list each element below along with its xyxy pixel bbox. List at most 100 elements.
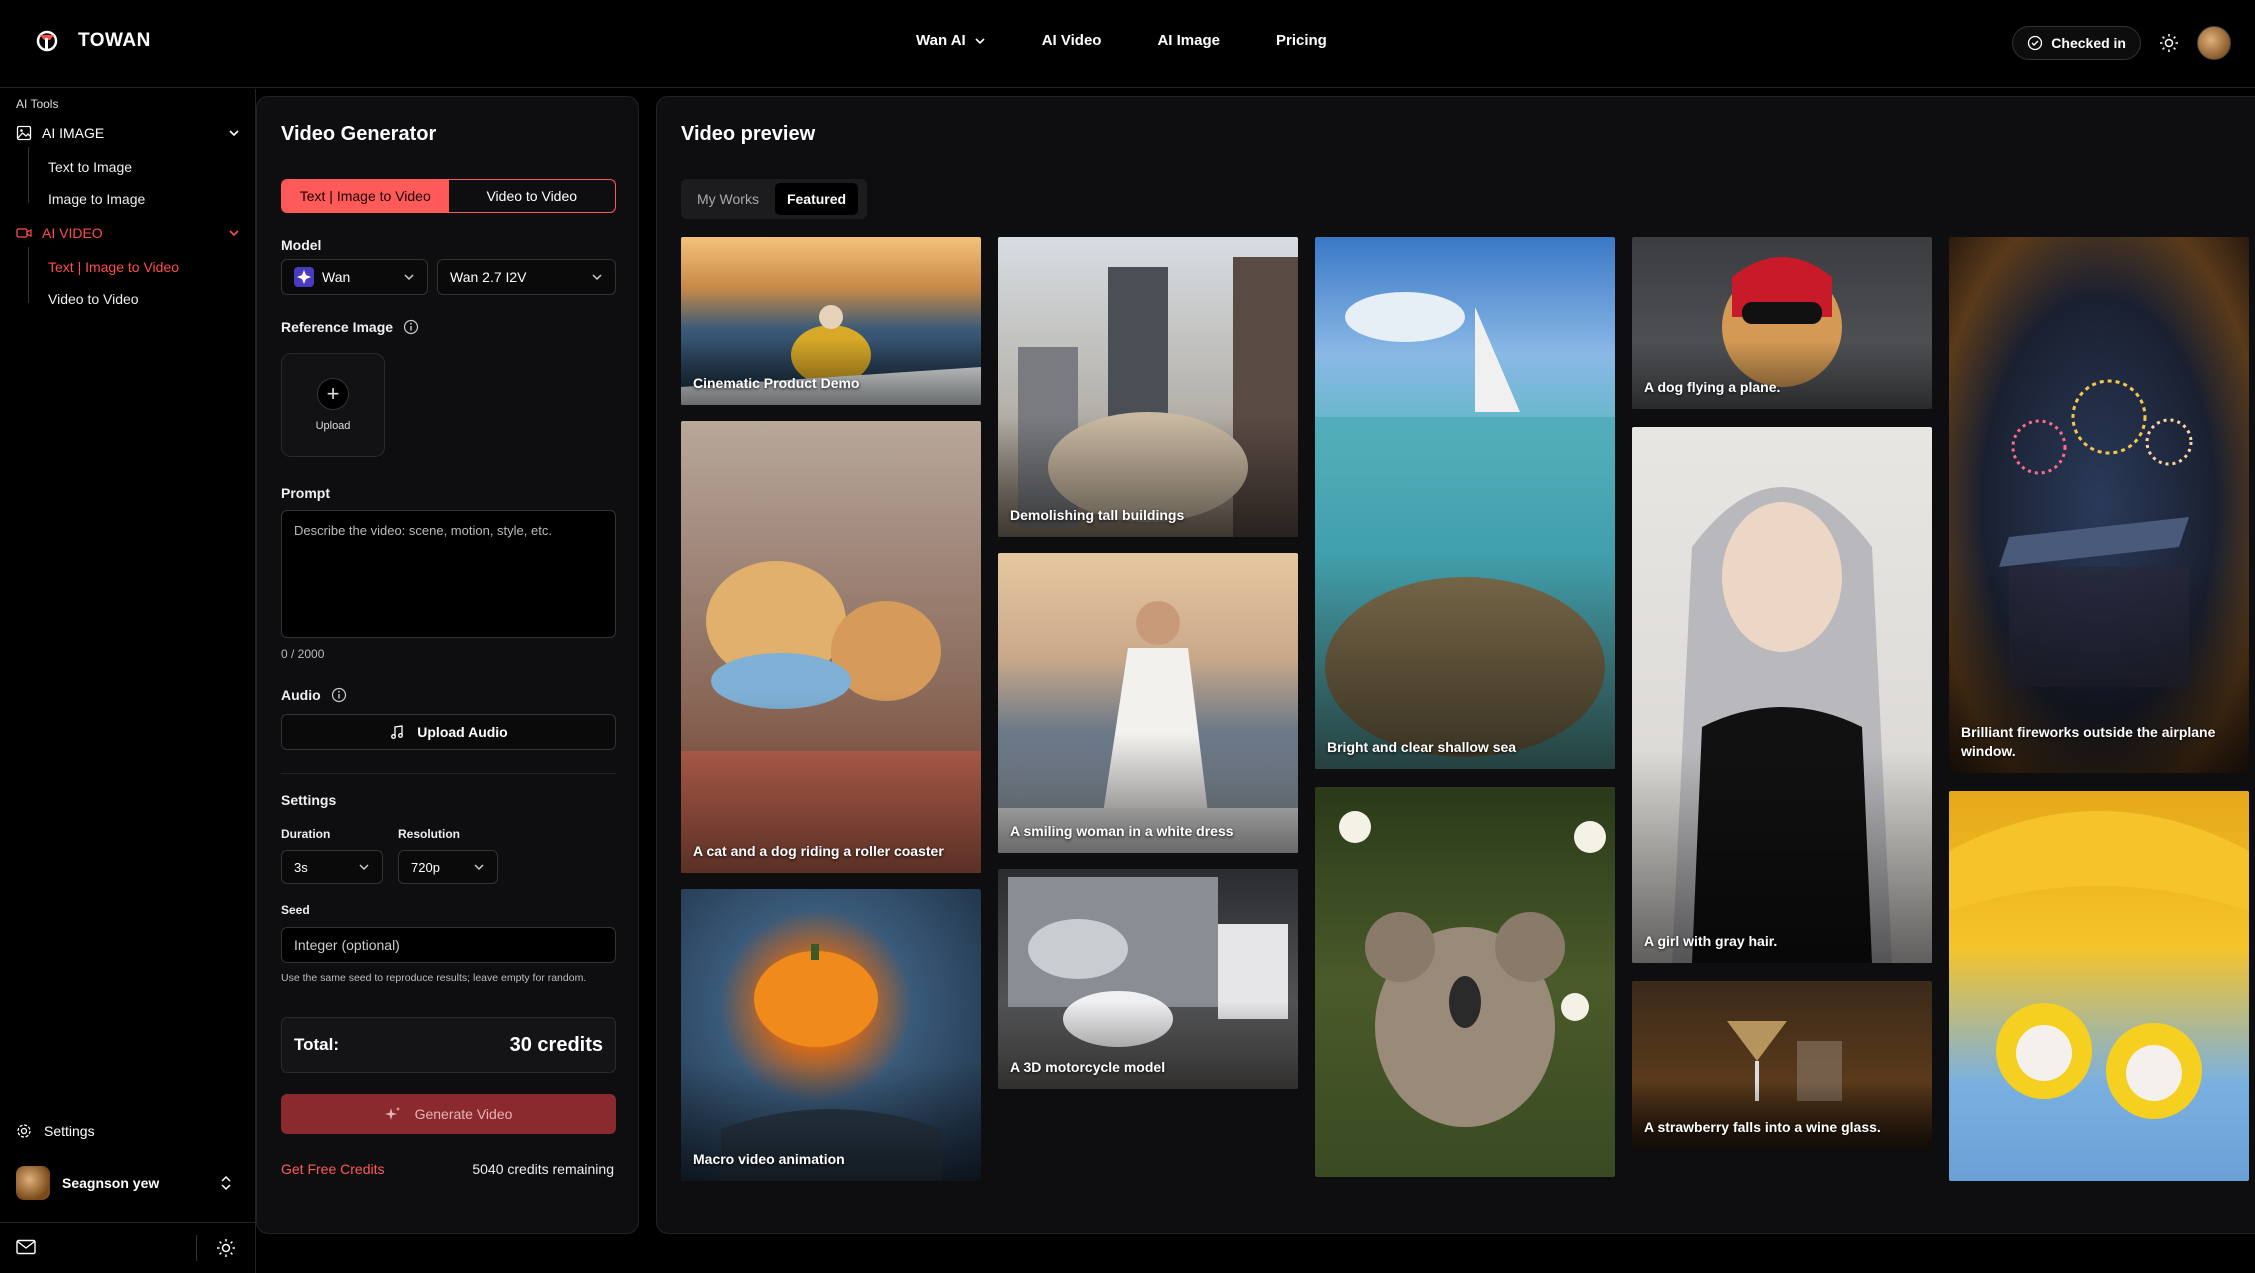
prompt-counter: 0 / 2000 bbox=[281, 647, 325, 661]
tab-video-to-video[interactable]: Video to Video bbox=[449, 180, 616, 212]
gear-icon bbox=[17, 1124, 31, 1138]
video-card[interactable] bbox=[1949, 791, 2249, 1181]
video-card[interactable]: A girl with gray hair. bbox=[1632, 427, 1932, 963]
mail-icon[interactable] bbox=[16, 1239, 36, 1255]
checked-in-button[interactable]: Checked in bbox=[2012, 26, 2141, 60]
sidebar-group-ai-image[interactable]: AI IMAGE bbox=[16, 125, 240, 141]
video-card[interactable]: Macro video animation bbox=[681, 889, 981, 1181]
sidebar-settings[interactable]: Settings bbox=[16, 1123, 95, 1139]
video-card[interactable]: Brilliant fireworks outside the airplane… bbox=[1949, 237, 2249, 773]
model-label: Model bbox=[281, 237, 322, 253]
get-free-credits-link[interactable]: Get Free Credits bbox=[281, 1161, 384, 1177]
chevron-down-icon bbox=[359, 864, 369, 871]
preview-tabs: My Works Featured bbox=[681, 179, 867, 219]
check-circle-icon bbox=[2028, 35, 2043, 51]
caption-shade bbox=[1315, 556, 1615, 769]
upload-audio-label: Upload Audio bbox=[417, 724, 508, 740]
caption-shade bbox=[1632, 1081, 1932, 1149]
sidebar-item-text-to-image[interactable]: Text to Image bbox=[48, 159, 132, 175]
model-select[interactable]: Wan bbox=[281, 259, 428, 295]
sidebar-user-menu[interactable]: Seagnson yew bbox=[16, 1161, 240, 1205]
audio-label: Audio bbox=[281, 687, 347, 703]
caption-shade bbox=[681, 337, 981, 405]
nav-ai-image[interactable]: AI Image bbox=[1157, 32, 1220, 49]
sidebar-group-ai-video-label: AI VIDEO bbox=[42, 225, 103, 241]
duration-select[interactable]: 3s bbox=[281, 850, 383, 884]
video-card[interactable]: Demolishing tall buildings bbox=[998, 237, 1298, 537]
nav-ai-image-label: AI Image bbox=[1157, 32, 1220, 49]
video-caption: Demolishing tall buildings bbox=[1010, 507, 1185, 524]
tab-my-works[interactable]: My Works bbox=[685, 183, 771, 215]
tab-text-image-to-video[interactable]: Text | Image to Video bbox=[282, 180, 449, 212]
brand[interactable]: TOWAN bbox=[32, 26, 151, 56]
sparkles-icon bbox=[384, 1107, 400, 1120]
sidebar-footer bbox=[0, 1222, 256, 1273]
sidebar-group-ai-image-label: AI IMAGE bbox=[42, 125, 105, 141]
chevron-down-icon bbox=[229, 230, 239, 237]
tab-featured[interactable]: Featured bbox=[774, 183, 859, 215]
model-value: Wan bbox=[322, 269, 351, 285]
thumbnail-kittens-icon bbox=[1949, 811, 2249, 1119]
info-icon[interactable] bbox=[403, 319, 419, 335]
nav-wan-ai-label: Wan AI bbox=[916, 32, 966, 49]
seed-input[interactable] bbox=[281, 927, 616, 963]
prompt-textarea[interactable] bbox=[281, 510, 616, 638]
sidebar-item-image-to-image[interactable]: Image to Image bbox=[48, 191, 145, 207]
model-version-value: Wan 2.7 I2V bbox=[450, 269, 527, 285]
theme-toggle-sun-icon[interactable] bbox=[216, 1238, 236, 1258]
model-version-select[interactable]: Wan 2.7 I2V bbox=[437, 259, 616, 295]
video-card[interactable] bbox=[1315, 787, 1615, 1177]
settings-label: Settings bbox=[281, 792, 337, 808]
divider bbox=[281, 773, 616, 774]
video-card[interactable]: A cat and a dog riding a roller coaster bbox=[681, 421, 981, 873]
video-card[interactable]: A strawberry falls into a wine glass. bbox=[1632, 981, 1932, 1149]
credits-remaining: 5040 credits remaining bbox=[472, 1161, 614, 1177]
video-caption: Brilliant fireworks outside the airplane… bbox=[1961, 724, 2216, 760]
generate-video-button[interactable]: Generate Video bbox=[281, 1094, 616, 1134]
upload-audio-button[interactable]: Upload Audio bbox=[281, 714, 616, 750]
reference-image-label-text: Reference Image bbox=[281, 319, 394, 335]
thumbnail-koala-icon bbox=[1339, 811, 1606, 1127]
image-icon bbox=[16, 125, 32, 141]
nav-wan-ai[interactable]: Wan AI bbox=[916, 32, 986, 49]
sidebar-group-ai-video[interactable]: AI VIDEO bbox=[16, 225, 240, 241]
plus-icon: + bbox=[317, 378, 349, 410]
nav-ai-video[interactable]: AI Video bbox=[1042, 32, 1102, 49]
video-caption: A 3D motorcycle model bbox=[1010, 1059, 1166, 1076]
theme-toggle-sun-icon[interactable] bbox=[2159, 33, 2179, 53]
sidebar-item-text-image-to-video[interactable]: Text | Image to Video bbox=[48, 259, 179, 275]
video-card[interactable]: Bright and clear shallow sea bbox=[1315, 237, 1615, 769]
resolution-select[interactable]: 720p bbox=[398, 850, 498, 884]
chevron-down-icon bbox=[474, 864, 484, 871]
sidebar-heading: AI Tools bbox=[16, 97, 59, 111]
video-generator-panel: Video Generator Text | Image to Video Vi… bbox=[256, 96, 639, 1234]
nav-pricing[interactable]: Pricing bbox=[1276, 32, 1327, 49]
video-card[interactable]: A dog flying a plane. bbox=[1632, 237, 1932, 409]
checked-in-label: Checked in bbox=[2051, 35, 2126, 51]
towan-logo-icon bbox=[36, 30, 58, 52]
seed-hint: Use the same seed to reproduce results; … bbox=[281, 972, 587, 984]
video-card[interactable]: A 3D motorcycle model bbox=[998, 869, 1298, 1089]
total-value: 30 credits bbox=[509, 1033, 603, 1056]
video-caption: A girl with gray hair. bbox=[1644, 933, 1778, 950]
video-card[interactable]: Cinematic Product Demo bbox=[681, 237, 981, 405]
seed-label: Seed bbox=[281, 903, 310, 917]
video-card[interactable]: A smiling woman in a white dress bbox=[998, 553, 1298, 853]
info-icon[interactable] bbox=[331, 687, 347, 703]
nav-ai-video-label: AI Video bbox=[1041, 32, 1102, 49]
reference-image-upload[interactable]: + Upload bbox=[281, 353, 385, 457]
audio-label-text: Audio bbox=[281, 687, 321, 703]
duration-label: Duration bbox=[281, 827, 331, 841]
total-credits-box: Total: 30 credits bbox=[281, 1017, 616, 1073]
chevron-down-icon bbox=[592, 274, 602, 281]
user-avatar[interactable] bbox=[2197, 26, 2231, 60]
main-nav: Wan AI AI Video AI Image Pricing bbox=[916, 32, 1383, 49]
divider bbox=[196, 1235, 197, 1261]
duration-value: 3s bbox=[294, 859, 308, 875]
tree-line bbox=[28, 247, 29, 303]
chevron-down-icon bbox=[975, 37, 985, 44]
chevron-down-icon bbox=[229, 130, 239, 137]
sidebar-item-video-to-video[interactable]: Video to Video bbox=[48, 291, 139, 307]
video-caption: A smiling woman in a white dress bbox=[1010, 823, 1234, 840]
caption-shade bbox=[1632, 748, 1932, 963]
